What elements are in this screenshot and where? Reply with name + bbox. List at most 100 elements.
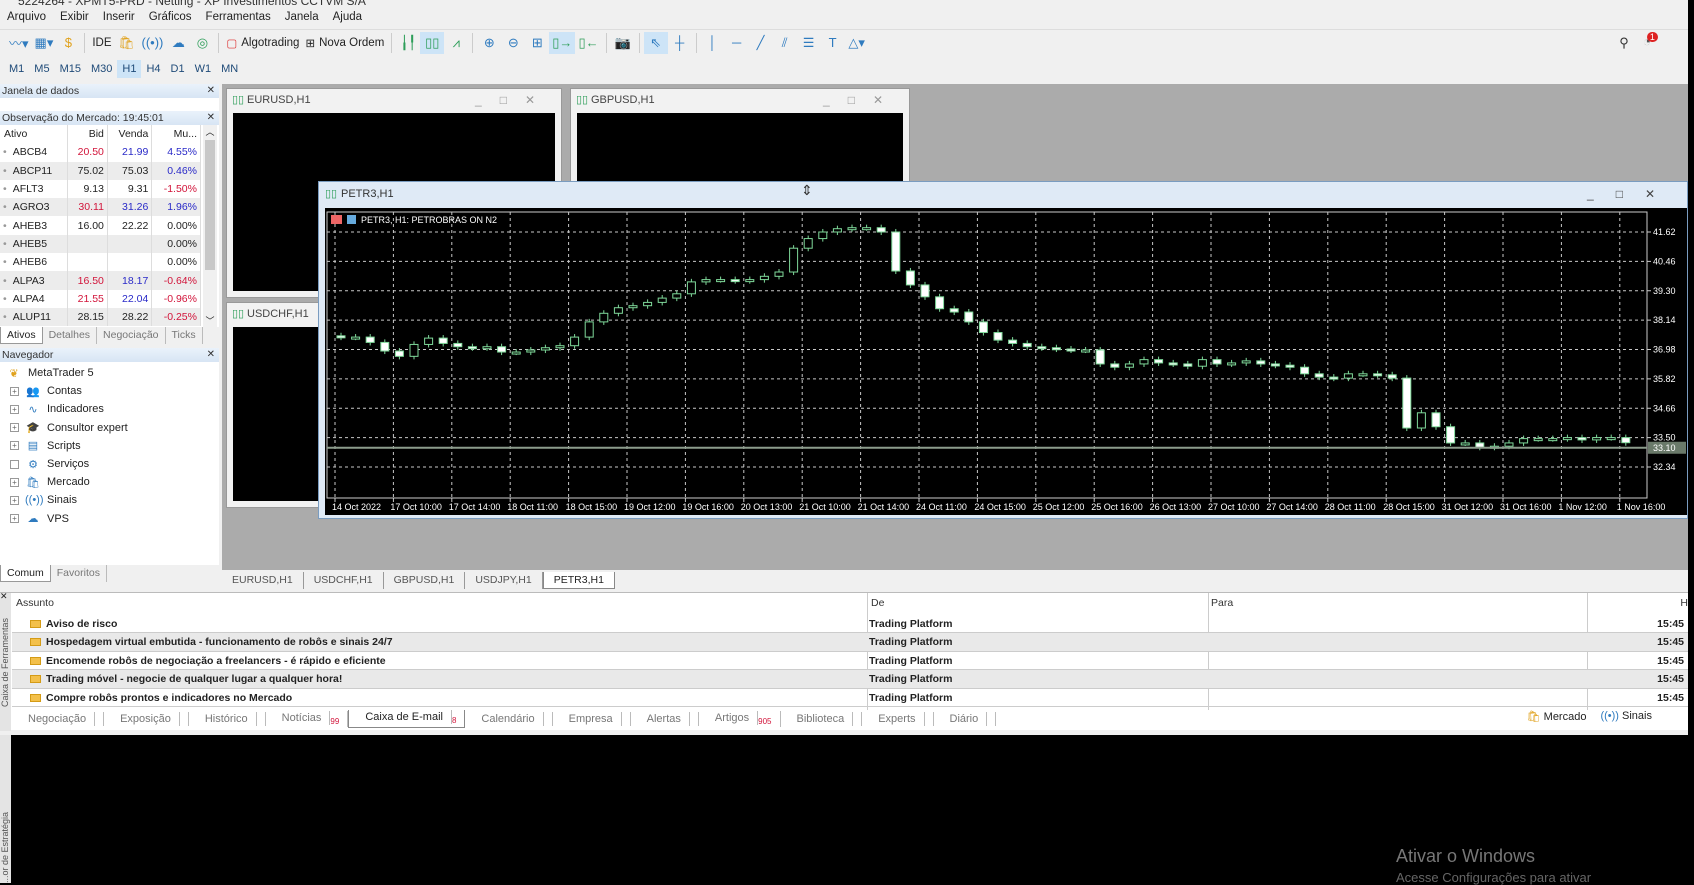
menu-janela[interactable]: Janela (278, 9, 326, 27)
bar-chart-icon[interactable]: ╽╿ (396, 32, 420, 54)
nav-item-indicadores[interactable]: + ∿ Indicadores (0, 400, 219, 418)
market-watch-row[interactable]: • AHEB6 0.00% (0, 253, 201, 272)
chart-canvas[interactable]: 41.62 40.46 39.30 38.14 36.98 35.82 34.66 33.50… (325, 208, 1687, 515)
col-from[interactable]: De (871, 593, 884, 613)
search-icon[interactable]: ⚲ (1612, 32, 1636, 54)
one-click-trading-icon[interactable] (331, 215, 342, 224)
close-icon[interactable]: ✕ (0, 591, 8, 602)
fibonacci-icon[interactable]: ☰ (797, 32, 821, 54)
close-icon[interactable]: ✕ (207, 111, 215, 125)
timeframe-h4[interactable]: H4 (141, 60, 165, 78)
zoom-out-icon[interactable]: ⊖ (501, 32, 525, 54)
chart-tab[interactable]: EURUSD,H1 (222, 572, 304, 589)
zoom-in-icon[interactable]: ⊕ (477, 32, 501, 54)
close-icon[interactable]: ✕ (207, 84, 215, 98)
mail-row[interactable]: Aviso de risco Trading Platform 15:45 (12, 615, 1688, 634)
toolbox-tab[interactable]: Diário (934, 712, 997, 726)
tab-detalhes[interactable]: Detalhes (43, 327, 98, 344)
screenshot-icon[interactable]: 📷 (611, 32, 635, 54)
market-watch-row[interactable]: • AGRO3 30.11 31.26 1.96% (0, 198, 201, 217)
crosshair-icon[interactable]: ┼ (668, 32, 692, 54)
window-titlebar[interactable]: ▯▯ PETR3,H1 ⇕ _□✕ (319, 182, 1687, 206)
toolbox-tab[interactable]: Calendário (465, 712, 553, 726)
cursor-icon[interactable]: ⇖ (643, 31, 668, 54)
market-watch-row[interactable]: • ALPA3 16.50 18.17 -0.64% (0, 271, 201, 290)
menu-inserir[interactable]: Inserir (96, 9, 142, 27)
chart-tab[interactable]: USDJPY,H1 (465, 572, 543, 589)
col-symbol[interactable]: Ativo (0, 125, 68, 144)
nav-item-vps[interactable]: + ☁ VPS (0, 510, 219, 528)
copy-trading-icon[interactable]: ◎ (190, 32, 214, 54)
menu-gráficos[interactable]: Gráficos (142, 9, 199, 27)
tab-ticks[interactable]: Ticks (166, 327, 203, 344)
tab-negociação[interactable]: Negociação (97, 327, 166, 344)
horizontal-line-icon[interactable]: ─ (725, 32, 749, 54)
expand-icon[interactable]: + (10, 514, 19, 524)
market-watch-scrollbar[interactable]: ︿ ﹀ (203, 125, 217, 327)
candlestick-chart[interactable]: 41.62 40.46 39.30 38.14 36.98 35.82 34.66 33.50… (325, 208, 1687, 515)
nav-item-serviços[interactable]: ⚙ Serviços (0, 455, 219, 473)
toolbox-tab[interactable]: Negociação (12, 712, 105, 726)
notifications-icon[interactable]: ◔1 (1643, 32, 1662, 49)
market-watch-row[interactable]: • AHEB5 0.00% (0, 234, 201, 254)
toolbox-tab[interactable]: Artigos 905 (699, 710, 781, 728)
nav-root[interactable]: ❦ MetaTrader 5 (0, 364, 219, 382)
col-change[interactable]: Mu... (151, 125, 201, 144)
expand-icon[interactable]: + (10, 386, 19, 396)
market-watch-row[interactable]: • AFLT3 9.13 9.31 -1.50% (0, 179, 201, 199)
expand-icon[interactable]: + (10, 441, 19, 451)
tile-windows-icon[interactable]: ⊞ (525, 32, 549, 54)
timeframe-mn[interactable]: MN (216, 60, 243, 78)
toolbox-tab[interactable]: Experts (862, 712, 934, 726)
scroll-down-icon[interactable]: ﹀ (203, 314, 217, 327)
market-watch-row[interactable]: • AHEB3 16.00 22.22 0.00% (0, 216, 201, 235)
shapes-icon[interactable]: △▾ (845, 32, 869, 54)
autoscroll-icon[interactable]: ▯→ (549, 31, 576, 54)
tab-ativos[interactable]: Ativos (0, 327, 43, 344)
expand-icon[interactable] (10, 459, 19, 469)
templates-icon[interactable]: ▦▾ (32, 32, 57, 54)
nav-item-contas[interactable]: + 👥 Contas (0, 382, 219, 400)
tab-favoritos[interactable]: Favoritos (51, 565, 107, 582)
timeframe-m15[interactable]: M15 (55, 60, 86, 78)
signals-link[interactable]: ((•)) Sinais (1600, 710, 1652, 723)
toolbox-tab[interactable]: Empresa (553, 712, 631, 726)
window-controls[interactable]: _□✕ (823, 89, 901, 111)
toolbox-tab[interactable]: Notícias 99 (266, 710, 349, 728)
new-order-button[interactable]: ⊞ Nova Ordem (302, 32, 387, 54)
timeframe-w1[interactable]: W1 (190, 60, 217, 78)
mail-row[interactable]: Trading móvel - negocie de qualquer luga… (12, 670, 1688, 689)
market-watch-row[interactable]: • ABCP11 75.02 75.03 0.46% (0, 161, 201, 180)
nav-item-consultor-expert[interactable]: + 🎓 Consultor expert (0, 419, 219, 437)
toolbox-tab[interactable]: Biblioteca (781, 712, 863, 726)
vertical-line-icon[interactable]: │ (701, 32, 725, 54)
ide-button[interactable]: IDE (89, 32, 114, 54)
mail-row[interactable]: Compre robôs prontos e indicadores no Me… (12, 689, 1688, 707)
tab-comum[interactable]: Comum (0, 565, 51, 582)
chart-tab[interactable]: GBPUSD,H1 (384, 572, 466, 589)
toolbox-tab[interactable]: Alertas (631, 712, 699, 726)
timeframe-h1[interactable]: H1 (117, 60, 142, 78)
window-controls[interactable]: _□✕ (1587, 182, 1677, 206)
menu-ferramentas[interactable]: Ferramentas (199, 9, 278, 27)
expand-icon[interactable]: + (10, 495, 19, 505)
scroll-up-icon[interactable]: ︿ (203, 125, 217, 138)
text-icon[interactable]: T (821, 32, 845, 54)
chart-type-icon[interactable]: 〰▾ (6, 32, 32, 54)
menu-ajuda[interactable]: Ajuda (326, 9, 369, 27)
market-watch-row[interactable]: • ALUP11 28.15 28.22 -0.25% (0, 307, 201, 327)
signals-icon[interactable]: ((•)) (139, 32, 167, 54)
menu-arquivo[interactable]: Arquivo (0, 9, 53, 27)
market-watch-row[interactable]: • ABCB4 20.50 21.99 4.55% (0, 143, 201, 162)
chart-shift-icon[interactable]: ▯← (575, 32, 601, 54)
toolbox-tab[interactable]: Exposição (104, 712, 189, 726)
nav-item-scripts[interactable]: + ▤ Scripts (0, 437, 219, 455)
timeframe-m5[interactable]: M5 (29, 60, 54, 78)
market-bag-icon[interactable]: 🛍 (115, 32, 139, 54)
algotrading-button[interactable]: ▢ Algotrading (223, 32, 302, 54)
chart-tab[interactable]: PETR3,H1 (542, 572, 615, 589)
timeframe-m1[interactable]: M1 (4, 60, 29, 78)
expand-icon[interactable]: + (10, 404, 19, 414)
menu-exibir[interactable]: Exibir (53, 9, 96, 27)
channel-icon[interactable]: ⫽ (773, 32, 797, 54)
